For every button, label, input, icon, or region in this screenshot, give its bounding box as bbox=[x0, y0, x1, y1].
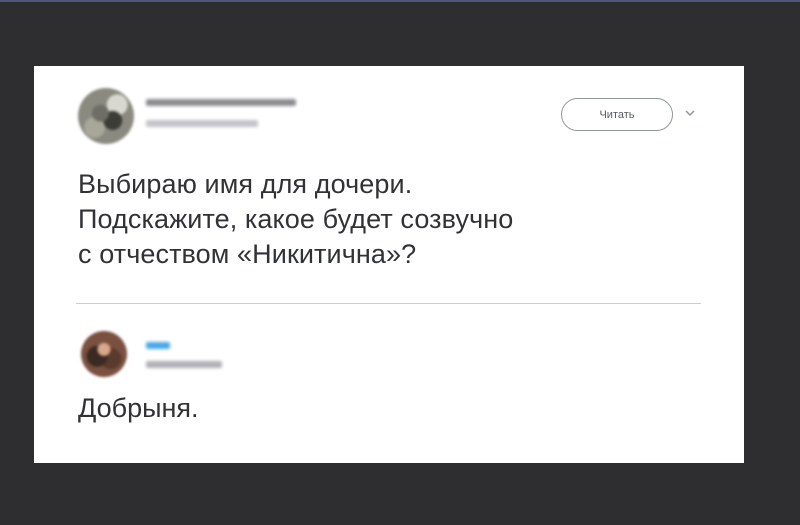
follow-button-label: Читать bbox=[599, 108, 635, 121]
chevron-down-icon[interactable] bbox=[683, 106, 697, 120]
reply-author-name-redacted[interactable] bbox=[146, 342, 170, 349]
divider bbox=[76, 303, 701, 304]
tweet-text: Выбираю имя для дочери. Подскажите, како… bbox=[78, 167, 513, 272]
author-name-redacted[interactable] bbox=[146, 99, 296, 106]
reply-author-handle-redacted bbox=[146, 361, 222, 368]
reply-author-avatar[interactable] bbox=[81, 331, 127, 377]
tweet-text-line: Подскажите, какое будет созвучно bbox=[78, 204, 514, 234]
reply-text: Добрыня. bbox=[78, 393, 199, 423]
window-edge bbox=[0, 0, 800, 2]
tweet-text-line: Выбираю имя для дочери. bbox=[78, 169, 413, 199]
tweet-text-line: с отчеством «Никитична»? bbox=[78, 239, 417, 269]
follow-button[interactable]: Читать bbox=[561, 98, 673, 131]
author-handle-redacted bbox=[146, 120, 258, 127]
tweet-card: Читать Выбираю имя для дочери. Подскажит… bbox=[34, 66, 744, 463]
author-avatar[interactable] bbox=[78, 88, 134, 144]
